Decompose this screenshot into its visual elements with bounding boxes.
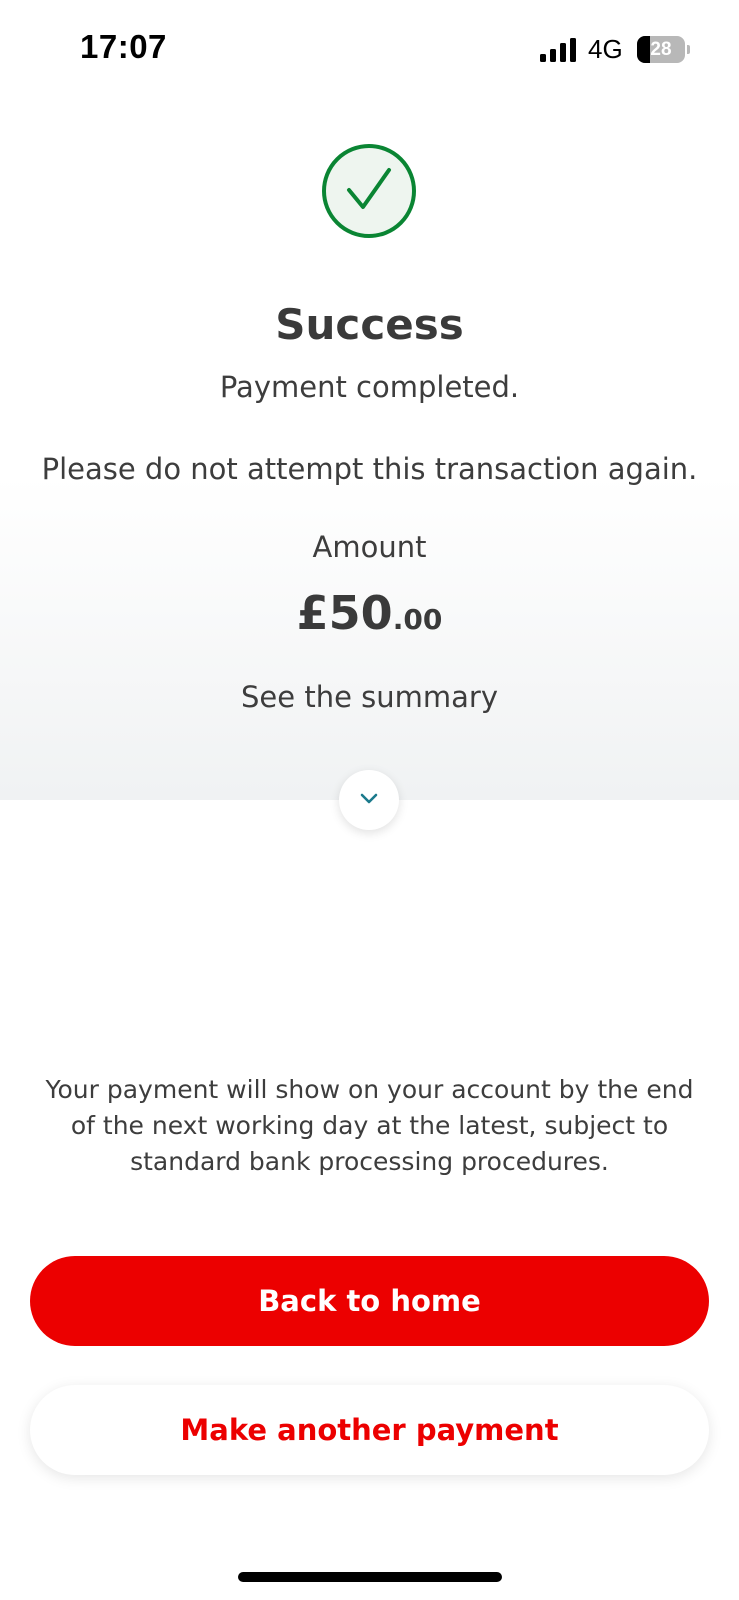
battery-icon: 28 bbox=[637, 36, 690, 63]
result-subtitle: Payment completed. bbox=[219, 370, 520, 404]
make-another-payment-button[interactable]: Make another payment bbox=[30, 1385, 709, 1475]
status-bar: 17:07 4G 28 bbox=[0, 0, 739, 96]
see-summary-link[interactable]: See the summary bbox=[0, 680, 739, 714]
chevron-down-icon bbox=[360, 793, 378, 804]
status-time: 17:07 bbox=[80, 28, 167, 65]
amount-label: Amount bbox=[312, 530, 427, 564]
expand-summary-button[interactable] bbox=[339, 770, 399, 830]
battery-tip bbox=[687, 45, 690, 54]
back-to-home-button[interactable]: Back to home bbox=[30, 1256, 709, 1346]
check-circle-icon bbox=[322, 144, 416, 238]
duplicate-warning: Please do not attempt this transaction a… bbox=[41, 452, 698, 486]
amount-minor: .00 bbox=[392, 603, 443, 636]
amount-value: £50.00 bbox=[0, 586, 739, 640]
battery-body: 28 bbox=[637, 36, 685, 63]
home-indicator bbox=[238, 1572, 502, 1582]
amount-major: £50 bbox=[296, 586, 393, 640]
processing-info: Your payment will show on your account b… bbox=[45, 1075, 694, 1176]
battery-level: 28 bbox=[650, 39, 672, 60]
signal-bars-icon bbox=[540, 38, 576, 62]
result-title: Success bbox=[275, 300, 464, 349]
network-type: 4G bbox=[588, 34, 623, 64]
